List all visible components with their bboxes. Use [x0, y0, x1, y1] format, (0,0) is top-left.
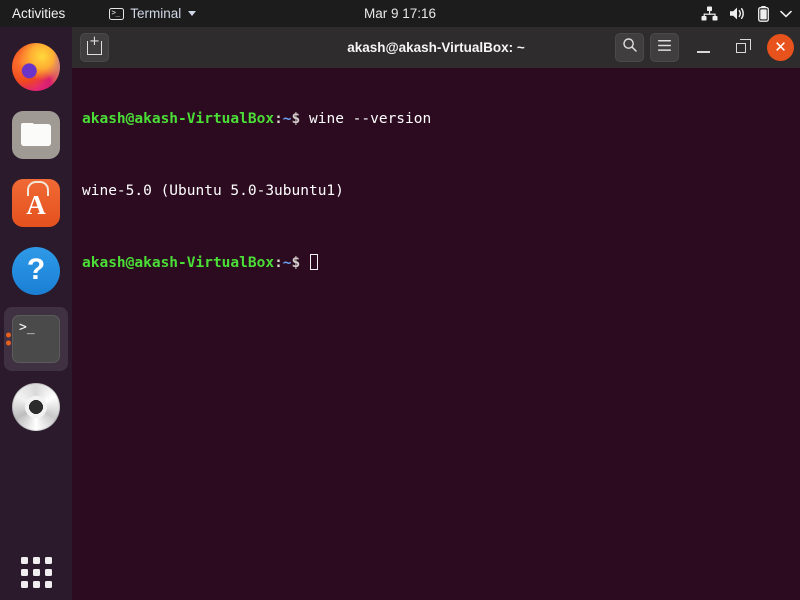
terminal-output[interactable]: akash@akash-VirtualBox:~$ wine --version… — [72, 68, 800, 600]
firefox-icon — [12, 43, 60, 91]
dock: ? >_ — [0, 27, 72, 600]
terminal-window: akash@akash-VirtualBox: ~ — [72, 27, 800, 600]
network-icon[interactable] — [701, 6, 718, 21]
app-menu-terminal[interactable]: Terminal — [103, 0, 202, 27]
text-cursor — [310, 254, 318, 270]
prompt-user: akash@akash-VirtualBox — [82, 111, 275, 127]
minimize-button[interactable] — [689, 34, 717, 62]
dock-item-terminal[interactable]: >_ — [4, 307, 68, 371]
terminal-icon: >_ — [12, 315, 60, 363]
prompt-dollar: $ — [291, 255, 309, 271]
prompt-colon: : — [274, 255, 283, 271]
prompt-user: akash@akash-VirtualBox — [82, 255, 275, 271]
window-titlebar[interactable]: akash@akash-VirtualBox: ~ — [72, 27, 800, 68]
window-controls: ✕ — [615, 33, 794, 62]
chevron-down-icon[interactable] — [780, 10, 792, 18]
dock-item-files[interactable] — [4, 103, 68, 167]
hamburger-icon — [657, 39, 672, 57]
terminal-command: wine --version — [309, 111, 432, 127]
activities-label: Activities — [12, 6, 66, 21]
prompt-colon: : — [274, 111, 283, 127]
top-bar: Activities Terminal Mar 9 17:16 — [0, 0, 800, 27]
terminal-line: akash@akash-VirtualBox:~$ — [82, 254, 800, 272]
maximize-button[interactable] — [727, 34, 755, 62]
prompt-path: ~ — [282, 255, 292, 271]
dock-item-help[interactable]: ? — [4, 239, 68, 303]
battery-icon[interactable] — [758, 5, 769, 22]
running-indicator — [6, 332, 11, 346]
maximize-icon — [736, 39, 751, 53]
app-menu-label: Terminal — [130, 6, 182, 21]
grid-icon — [20, 557, 52, 588]
close-button[interactable]: ✕ — [767, 34, 794, 61]
hamburger-menu-button[interactable] — [650, 33, 679, 62]
new-tab-button[interactable] — [80, 33, 109, 62]
files-icon — [12, 111, 60, 159]
prompt-path: ~ — [282, 111, 292, 127]
new-tab-icon — [87, 35, 102, 55]
minimize-icon — [696, 50, 710, 53]
show-applications-button[interactable] — [0, 557, 72, 588]
dock-item-disk[interactable] — [4, 375, 68, 439]
system-tray[interactable] — [701, 0, 792, 27]
close-icon: ✕ — [774, 38, 787, 56]
clock-label: Mar 9 17:16 — [363, 6, 437, 21]
volume-icon[interactable] — [729, 6, 747, 21]
dock-item-firefox[interactable] — [4, 35, 68, 99]
terminal-line: akash@akash-VirtualBox:~$ wine --version — [82, 110, 800, 128]
activities-button[interactable]: Activities — [0, 0, 75, 27]
terminal-icon — [109, 7, 125, 20]
window-title-label: akash@akash-VirtualBox: ~ — [347, 40, 525, 55]
search-icon — [622, 37, 638, 58]
terminal-line: wine-5.0 (Ubuntu 5.0-3ubuntu1) — [82, 182, 800, 200]
dock-item-ubuntu-software[interactable] — [4, 171, 68, 235]
prompt-dollar: $ — [291, 111, 309, 127]
ubuntu-software-icon — [12, 179, 60, 227]
terminal-output-text: wine-5.0 (Ubuntu 5.0-3ubuntu1) — [82, 183, 344, 199]
chevron-down-icon — [188, 11, 197, 16]
help-icon: ? — [12, 247, 60, 295]
optical-disc-icon — [12, 383, 60, 431]
search-button[interactable] — [615, 33, 644, 62]
